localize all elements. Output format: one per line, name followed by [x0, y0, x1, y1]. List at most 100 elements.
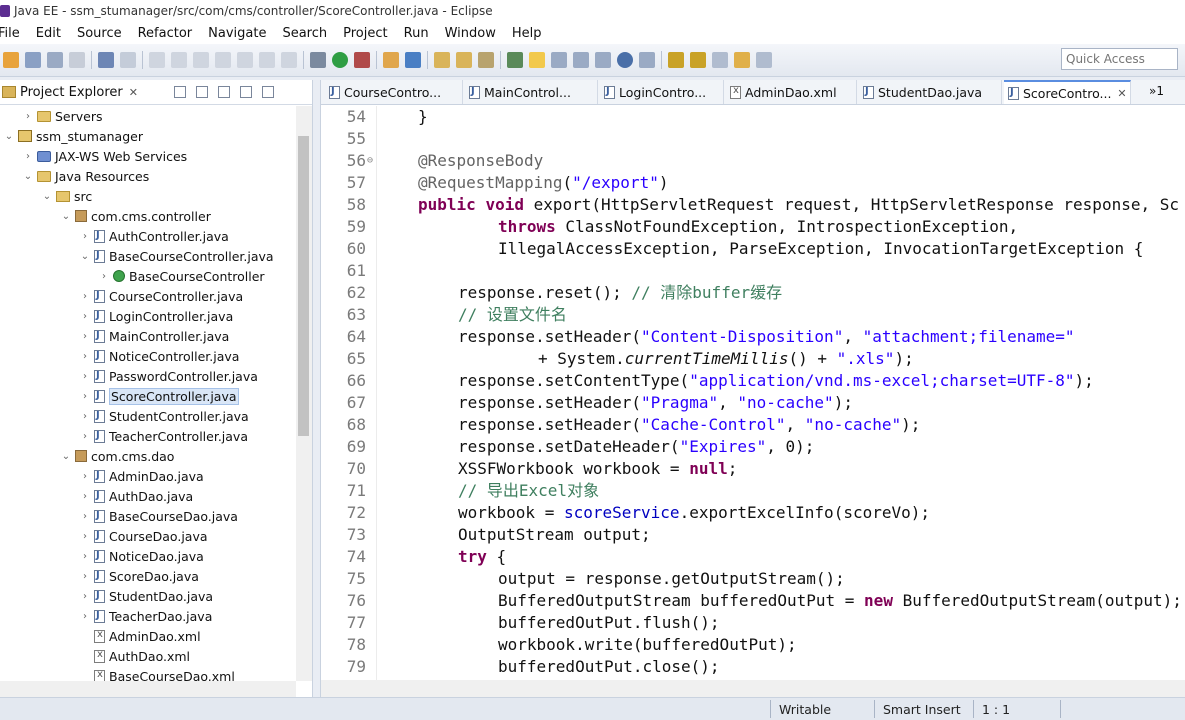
- tree-item[interactable]: ⌄ com.cms.dao: [61, 446, 175, 466]
- search-icon[interactable]: [478, 52, 494, 68]
- expand-arrow-right-icon[interactable]: ›: [80, 431, 90, 442]
- editor-tab[interactable]: CourseContro...: [325, 80, 463, 104]
- run-external-tools-icon[interactable]: [354, 52, 370, 68]
- open-folder-icon[interactable]: [456, 52, 472, 68]
- editor-tab[interactable]: AdminDao.xml: [726, 80, 857, 104]
- expand-arrow-right-icon[interactable]: ›: [99, 271, 109, 282]
- toggle-mark-occurrences-icon[interactable]: [507, 52, 523, 68]
- editor-tab[interactable]: LoginContro...: [600, 80, 724, 104]
- skip-breakpoints-icon[interactable]: [120, 52, 136, 68]
- expand-arrow-right-icon[interactable]: ›: [80, 611, 90, 622]
- expand-arrow-down-icon[interactable]: ⌄: [42, 191, 52, 202]
- tree-item[interactable]: › TeacherController.java: [80, 426, 248, 446]
- menu-navigate[interactable]: Navigate: [200, 26, 274, 41]
- expand-arrow-right-icon[interactable]: ›: [80, 471, 90, 482]
- save-all-icon[interactable]: [47, 52, 63, 68]
- last-edit-location-icon[interactable]: [712, 52, 728, 68]
- expand-arrow-right-icon[interactable]: ›: [80, 591, 90, 602]
- tree-item[interactable]: ⌄ src: [42, 186, 92, 206]
- tree-item[interactable]: ⌄ Java Resources: [23, 166, 149, 186]
- tree-item[interactable]: › MainController.java: [80, 326, 229, 346]
- expand-arrow-down-icon[interactable]: ⌄: [23, 171, 33, 182]
- tree-item[interactable]: › AdminDao.java: [80, 466, 204, 486]
- step-return-icon[interactable]: [281, 52, 297, 68]
- block-selection-icon[interactable]: [573, 52, 589, 68]
- console-icon[interactable]: [98, 52, 114, 68]
- toggle-breadcrumb-icon[interactable]: [595, 52, 611, 68]
- editor-horizontal-scrollbar[interactable]: [321, 680, 1185, 697]
- menu-refactor[interactable]: Refactor: [130, 26, 201, 41]
- resume-icon[interactable]: [149, 52, 165, 68]
- menu-source[interactable]: Source: [69, 26, 130, 41]
- expand-arrow-right-icon[interactable]: ›: [80, 551, 90, 562]
- editor-tab[interactable]: StudentDao.java: [859, 80, 1002, 104]
- print-icon[interactable]: [69, 52, 85, 68]
- tree-item[interactable]: › CourseDao.java: [80, 526, 208, 546]
- close-icon[interactable]: ✕: [1117, 87, 1126, 100]
- tree-item[interactable]: › NoticeController.java: [80, 346, 239, 366]
- expand-arrow-right-icon[interactable]: ›: [80, 331, 90, 342]
- tree-item[interactable]: AdminDao.xml: [80, 626, 201, 646]
- tab-overflow-button[interactable]: »1: [1149, 84, 1164, 98]
- minimize-icon[interactable]: [239, 86, 252, 98]
- tree-item[interactable]: BaseCourseDao.xml: [80, 666, 235, 681]
- expand-arrow-down-icon[interactable]: ⌄: [61, 211, 71, 222]
- tree-item[interactable]: › PasswordController.java: [80, 366, 258, 386]
- fold-toggle-icon[interactable]: ⊖: [367, 150, 373, 172]
- expand-arrow-right-icon[interactable]: ›: [80, 231, 90, 242]
- back-icon[interactable]: [734, 52, 750, 68]
- expand-arrow-right-icon[interactable]: ›: [80, 311, 90, 322]
- expand-arrow-right-icon[interactable]: ›: [80, 571, 90, 582]
- step-into-icon[interactable]: [237, 52, 253, 68]
- step-over-icon[interactable]: [259, 52, 275, 68]
- expand-arrow-down-icon[interactable]: ⌄: [80, 251, 90, 262]
- tree-item[interactable]: › LoginController.java: [80, 306, 233, 326]
- suspend-icon[interactable]: [171, 52, 187, 68]
- scrollbar-thumb[interactable]: [298, 136, 309, 436]
- tree-item[interactable]: › CourseController.java: [80, 286, 243, 306]
- expand-arrow-right-icon[interactable]: ›: [80, 491, 90, 502]
- menu-help[interactable]: Help: [504, 26, 550, 41]
- view-menu-icon[interactable]: [217, 86, 230, 98]
- new-icon[interactable]: [3, 52, 19, 68]
- expand-arrow-right-icon[interactable]: ›: [80, 531, 90, 542]
- tree-item[interactable]: › StudentDao.java: [80, 586, 213, 606]
- expand-arrow-right-icon[interactable]: ›: [23, 151, 33, 162]
- tree-item[interactable]: › BaseCourseDao.java: [80, 506, 238, 526]
- editor-tab[interactable]: ScoreContro... ✕: [1004, 80, 1131, 104]
- code-editor[interactable]: 54} 55 56 ⊖ @ResponseBody 57 @RequestMapping("…: [321, 106, 1185, 680]
- tree-item[interactable]: › TeacherDao.java: [80, 606, 212, 626]
- disconnect-icon[interactable]: [215, 52, 231, 68]
- new-server-icon[interactable]: [383, 52, 399, 68]
- tab-project-explorer[interactable]: Project Explorer ✕: [0, 80, 144, 104]
- tree-item[interactable]: › NoticeDao.java: [80, 546, 204, 566]
- next-annotation-icon[interactable]: [668, 52, 684, 68]
- collapse-all-icon[interactable]: [173, 86, 186, 98]
- tree-item[interactable]: › JAX-WS Web Services: [23, 146, 187, 166]
- expand-arrow-right-icon[interactable]: ›: [80, 291, 90, 302]
- expand-arrow-right-icon[interactable]: ›: [80, 411, 90, 422]
- tree-item[interactable]: ⌄ com.cms.controller: [61, 206, 211, 226]
- save-icon[interactable]: [25, 52, 41, 68]
- editor-tab[interactable]: MainControl...: [465, 80, 598, 104]
- link-with-editor-icon[interactable]: [195, 86, 208, 98]
- terminate-icon[interactable]: [193, 52, 209, 68]
- expand-arrow-right-icon[interactable]: ›: [80, 511, 90, 522]
- menu-file[interactable]: File: [0, 26, 28, 41]
- tree-item[interactable]: › BaseCourseController: [99, 266, 265, 286]
- show-whitespace-icon[interactable]: [551, 52, 567, 68]
- menu-search[interactable]: Search: [274, 26, 335, 41]
- maximize-icon[interactable]: [261, 86, 274, 98]
- expand-arrow-right-icon[interactable]: ›: [23, 111, 33, 122]
- new-java-class-icon[interactable]: [405, 52, 421, 68]
- menu-run[interactable]: Run: [396, 26, 437, 41]
- tree-item[interactable]: › Servers: [23, 106, 103, 126]
- debug-icon[interactable]: [310, 52, 326, 68]
- tree-item[interactable]: › StudentController.java: [80, 406, 249, 426]
- menu-edit[interactable]: Edit: [28, 26, 69, 41]
- close-icon[interactable]: ✕: [129, 86, 138, 99]
- forward-icon[interactable]: [756, 52, 772, 68]
- tree-horizontal-scrollbar[interactable]: [0, 681, 296, 697]
- expand-arrow-down-icon[interactable]: ⌄: [61, 451, 71, 462]
- globe-icon[interactable]: [617, 52, 633, 68]
